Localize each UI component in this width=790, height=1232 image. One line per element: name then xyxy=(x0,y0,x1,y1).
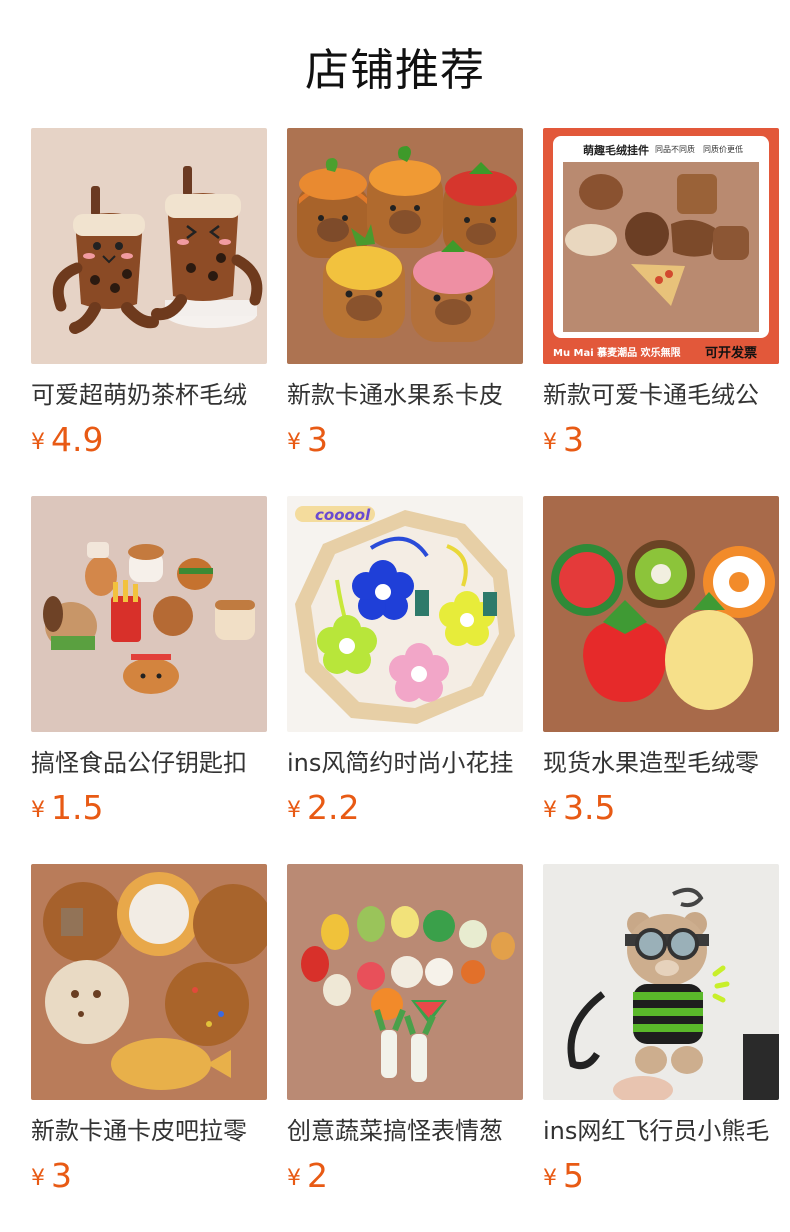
product-image[interactable] xyxy=(543,864,779,1100)
product-price: ¥4.9 xyxy=(31,420,267,460)
currency-symbol: ¥ xyxy=(31,798,45,823)
product-image[interactable] xyxy=(31,128,267,364)
price-value: 3 xyxy=(51,1156,72,1195)
price-value: 2 xyxy=(307,1156,328,1195)
product-price: ¥5 xyxy=(543,1156,779,1196)
milk-tea-plush-image xyxy=(31,128,267,364)
capybara-fruit-plush-image xyxy=(287,128,523,364)
price-value: 3.5 xyxy=(563,788,616,827)
product-title[interactable]: 创意蔬菜搞怪表情葱 xyxy=(287,1114,523,1148)
product-price: ¥2 xyxy=(287,1156,523,1196)
poster-header: 萌趣毛绒挂件 xyxy=(583,143,649,157)
product-image[interactable]: cooool xyxy=(287,496,523,732)
store-recommendations-page: 店铺推荐 可爱超萌奶茶杯毛绒 ¥ 4.9 新款卡通水果系卡皮 ¥ 3 萌趣毛绒挂… xyxy=(0,0,790,1232)
currency-symbol: ¥ xyxy=(287,1166,301,1191)
fruit-plush-pouch-image xyxy=(543,496,779,732)
currency-symbol: ¥ xyxy=(31,1166,45,1191)
product-image[interactable] xyxy=(31,864,267,1100)
product-card[interactable]: 创意蔬菜搞怪表情葱 ¥2 xyxy=(287,864,523,1200)
price-value: 1.5 xyxy=(51,788,104,827)
product-image[interactable] xyxy=(543,496,779,732)
product-card[interactable]: 搞怪食品公仔钥匙扣 ¥1.5 xyxy=(31,496,267,832)
poster-tag-1: 同品不同质 xyxy=(655,144,695,154)
section-title: 店铺推荐 xyxy=(305,45,485,96)
product-image[interactable] xyxy=(287,128,523,364)
product-price: ¥3.5 xyxy=(543,788,779,828)
product-card[interactable]: cooool ins风简约时尚小花挂 ¥ 2.2 xyxy=(287,496,523,832)
product-card[interactable]: ins网红飞行员小熊毛 ¥5 xyxy=(543,864,779,1200)
price-value: 3 xyxy=(307,420,328,459)
product-title[interactable]: ins网红飞行员小熊毛 xyxy=(543,1114,779,1148)
price-value: 5 xyxy=(563,1156,584,1195)
product-image[interactable]: 萌趣毛绒挂件 同品不同质 同质价更低 Mu Mai 慕麦潮品 欢乐無限 可开发票 xyxy=(543,128,779,364)
product-image[interactable] xyxy=(287,864,523,1100)
pilot-bear-plush-image xyxy=(543,864,779,1100)
currency-symbol: ¥ xyxy=(287,798,301,823)
bread-plush-poster-image: 萌趣毛绒挂件 同品不同质 同质价更低 Mu Mai 慕麦潮品 欢乐無限 可开发票 xyxy=(543,128,779,364)
product-price: ¥3 xyxy=(287,420,523,460)
poster-tag-2: 同质价更低 xyxy=(703,144,743,154)
product-price: ¥3 xyxy=(31,1156,267,1196)
product-title[interactable]: 可爱超萌奶茶杯毛绒 xyxy=(31,378,267,412)
poster-footer-right: 可开发票 xyxy=(705,345,757,361)
product-title[interactable]: 搞怪食品公仔钥匙扣 xyxy=(31,746,267,780)
price-value: 2.2 xyxy=(307,788,360,827)
vegetable-plush-image xyxy=(287,864,523,1100)
currency-symbol: ¥ xyxy=(543,430,557,455)
price-value: 4.9 xyxy=(51,420,104,459)
product-grid: 可爱超萌奶茶杯毛绒 ¥4.9 新款卡通水果系卡皮 ¥ 3 萌趣毛绒挂件 同品不同… xyxy=(31,128,790,1200)
product-price: ¥2.2 xyxy=(287,788,523,828)
flower-plush-charm-image: cooool xyxy=(287,496,523,732)
product-price: ¥3 xyxy=(543,420,779,460)
product-card[interactable]: 现货水果造型毛绒零 ¥3.5 xyxy=(543,496,779,832)
product-image[interactable] xyxy=(31,496,267,732)
currency-symbol: ¥ xyxy=(287,430,301,455)
product-title[interactable]: 新款卡通水果系卡皮 xyxy=(287,378,523,412)
product-title[interactable]: 新款可爱卡通毛绒公 xyxy=(543,378,779,412)
cooool-stamp: cooool xyxy=(315,506,371,524)
food-plush-keychain-image xyxy=(31,496,267,732)
currency-symbol: ¥ xyxy=(543,798,557,823)
currency-symbol: ¥ xyxy=(543,1166,557,1191)
product-card[interactable]: 萌趣毛绒挂件 同品不同质 同质价更低 Mu Mai 慕麦潮品 欢乐無限 可开发票 xyxy=(543,128,779,464)
price-value: 3 xyxy=(563,420,584,459)
product-card[interactable]: 新款卡通水果系卡皮 ¥3 xyxy=(287,128,523,464)
product-title[interactable]: 现货水果造型毛绒零 xyxy=(543,746,779,780)
product-title[interactable]: 新款卡通卡皮吧拉零 xyxy=(31,1114,267,1148)
capybara-cookie-pouch-image xyxy=(31,864,267,1100)
product-card[interactable]: 可爱超萌奶茶杯毛绒 ¥4.9 xyxy=(31,128,267,464)
product-title[interactable]: ins风简约时尚小花挂 xyxy=(287,746,523,780)
product-price: ¥1.5 xyxy=(31,788,267,828)
poster-footer-left: Mu Mai 慕麦潮品 欢乐無限 xyxy=(553,346,682,359)
currency-symbol: ¥ xyxy=(31,430,45,455)
product-card[interactable]: 新款卡通卡皮吧拉零 ¥3 xyxy=(31,864,267,1200)
